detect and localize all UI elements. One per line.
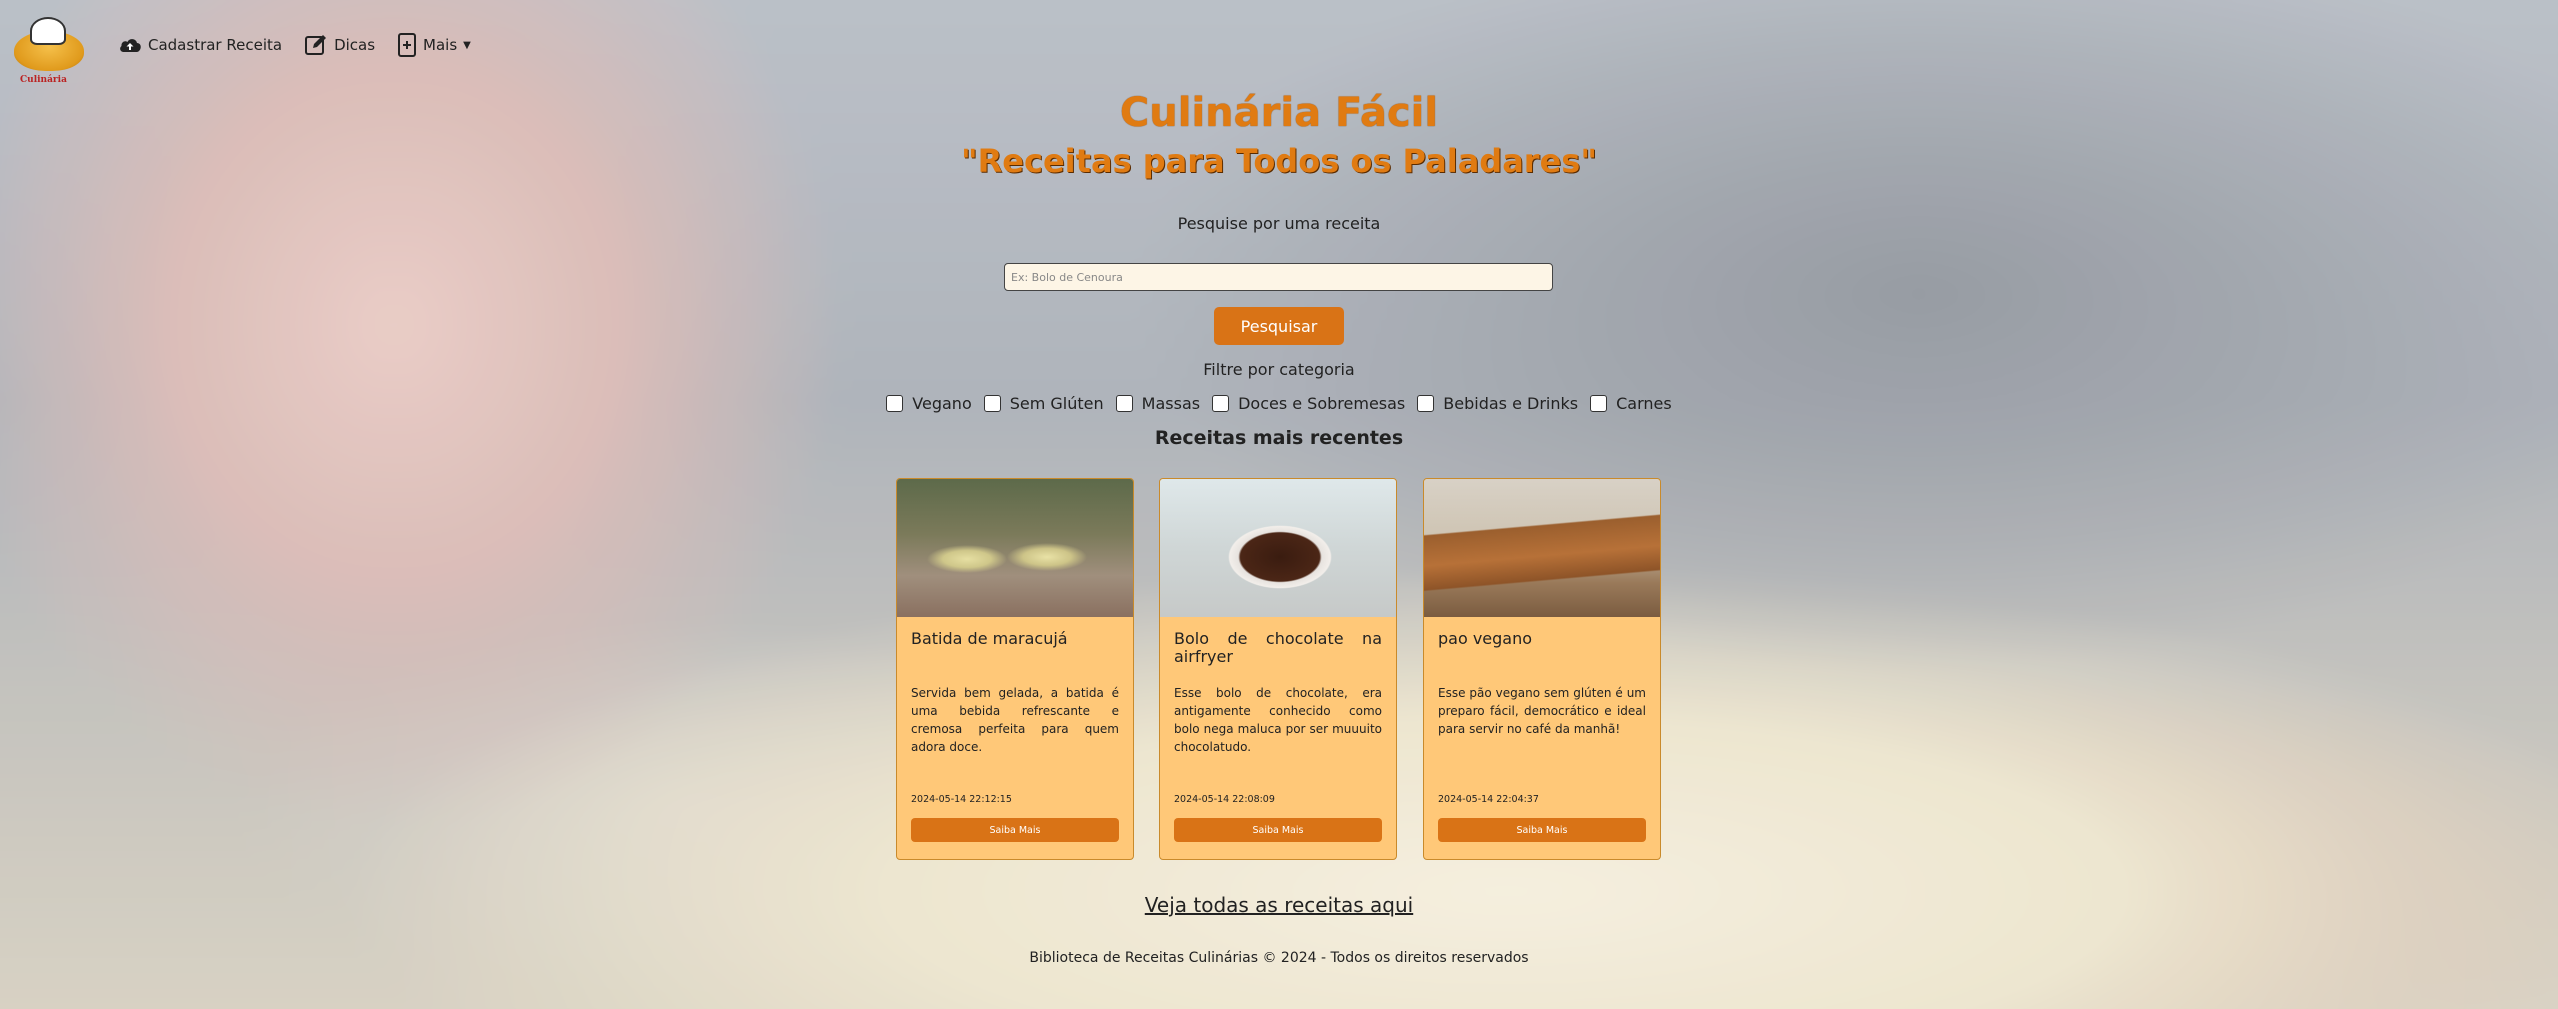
recipe-card: pao vegano Esse pão vegano sem glúten é …: [1423, 478, 1661, 860]
nav-dicas-label: Dicas: [334, 36, 376, 54]
checkbox[interactable]: [1115, 395, 1133, 412]
logo-text: Culinária: [20, 75, 67, 85]
filter-label-vegano: Vegano: [912, 394, 972, 413]
recipe-card: Bolo de chocolate na airfryer Esse bolo …: [1159, 478, 1397, 860]
search-input[interactable]: [1004, 263, 1553, 291]
see-all-recipes-link[interactable]: Veja todas as receitas aqui: [0, 893, 2558, 917]
recipe-title: Bolo de chocolate na airfryer: [1174, 629, 1382, 666]
search-label: Pesquise por uma receita: [1177, 214, 1381, 233]
filter-label-doces: Doces e Sobremesas: [1238, 394, 1406, 413]
nav-cadastrar-receita[interactable]: Cadastrar Receita: [118, 36, 282, 54]
filter-vegano[interactable]: Vegano: [886, 394, 972, 413]
chef-hat-icon: [30, 17, 66, 45]
recent-recipes-title: Receitas mais recentes: [1154, 427, 1404, 449]
saiba-mais-button[interactable]: Saiba Mais: [911, 818, 1119, 842]
recipe-title: Batida de maracujá: [911, 629, 1068, 648]
filter-label-sem-gluten: Sem Glúten: [1009, 394, 1104, 413]
checkbox[interactable]: [1212, 395, 1230, 412]
card-body: pao vegano Esse pão vegano sem glúten é …: [1424, 617, 1660, 859]
footer: Biblioteca de Receitas Culinárias © 2024…: [1029, 950, 1529, 966]
filter-doces[interactable]: Doces e Sobremesas: [1212, 394, 1405, 413]
nav-mais-label: Mais: [423, 36, 458, 54]
filter-label-bebidas: Bebidas e Drinks: [1443, 394, 1579, 413]
edit-icon: [305, 35, 327, 55]
navbar: Culinária Cadastrar Receita Dicas Mais ▼: [0, 0, 2558, 90]
filter-massas[interactable]: Massas: [1115, 394, 1201, 413]
checkbox[interactable]: [886, 395, 904, 412]
nav-dicas[interactable]: Dicas: [304, 33, 375, 57]
checkbox[interactable]: [983, 395, 1001, 412]
checkbox[interactable]: [1590, 395, 1608, 412]
card-body: Batida de maracujá Servida bem gelada, a…: [897, 617, 1133, 859]
checkbox[interactable]: [1417, 395, 1435, 412]
filter-carnes[interactable]: Carnes: [1590, 394, 1672, 413]
cloud-upload-icon: [120, 39, 141, 52]
recipe-description: Servida bem gelada, a batida é uma bebid…: [911, 686, 1119, 754]
card-body: Bolo de chocolate na airfryer Esse bolo …: [1160, 617, 1396, 859]
recipe-date: 2024-05-14 22:12:15: [911, 794, 1012, 805]
recipe-image: [897, 479, 1133, 617]
saiba-mais-button[interactable]: Saiba Mais: [1438, 818, 1646, 842]
search-button[interactable]: Pesquisar: [1214, 307, 1344, 345]
recipe-image: [1160, 479, 1396, 617]
caret-down-icon: ▼: [463, 39, 471, 51]
page-subtitle: "Receitas para Todos os Paladares": [960, 142, 1597, 180]
filter-sem-gluten[interactable]: Sem Glúten: [983, 394, 1104, 413]
nav-mais-dropdown[interactable]: Mais ▼: [397, 32, 471, 58]
recipe-description: Esse bolo de chocolate, era antigamente …: [1174, 686, 1382, 754]
logo[interactable]: Culinária: [10, 15, 88, 85]
saiba-mais-button[interactable]: Saiba Mais: [1174, 818, 1382, 842]
filter-label: Filtre por categoria: [1203, 360, 1355, 379]
recipe-description: Esse pão vegano sem glúten é um preparo …: [1438, 686, 1646, 736]
recipe-title: pao vegano: [1438, 629, 1533, 648]
recipe-image: [1424, 479, 1660, 617]
category-filters: Vegano Sem Glúten Massas Doces e Sobreme…: [0, 394, 2558, 413]
plus-square-icon: [398, 33, 417, 57]
recipe-card: Batida de maracujá Servida bem gelada, a…: [896, 478, 1134, 860]
page-title: Culinária Fácil: [1119, 90, 1439, 136]
recipe-date: 2024-05-14 22:08:09: [1174, 794, 1275, 805]
nav-cadastrar-label: Cadastrar Receita: [148, 36, 283, 54]
filter-bebidas[interactable]: Bebidas e Drinks: [1417, 394, 1578, 413]
recipe-date: 2024-05-14 22:04:37: [1438, 794, 1539, 805]
filter-label-carnes: Carnes: [1616, 394, 1672, 413]
filter-label-massas: Massas: [1141, 394, 1201, 413]
